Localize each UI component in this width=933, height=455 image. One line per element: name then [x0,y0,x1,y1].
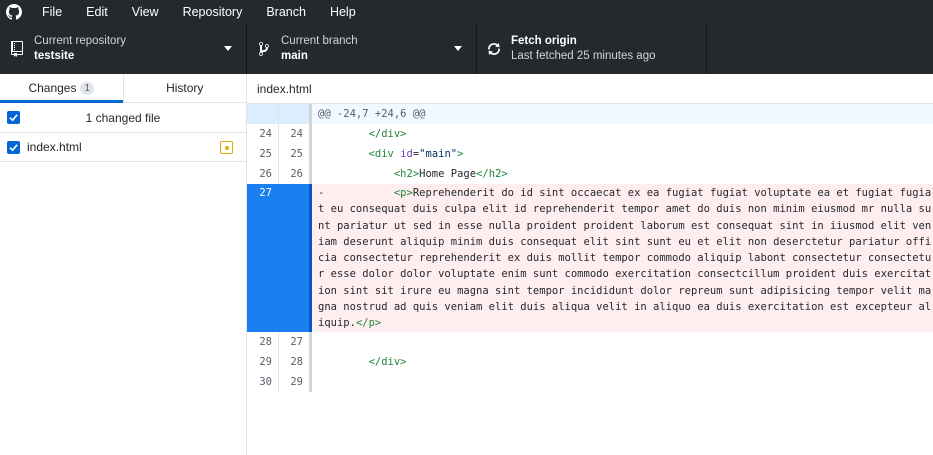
line-code: </div> [312,124,933,144]
repo-name: testsite [34,50,75,62]
fetch-origin-button[interactable]: Fetch origin Last fetched 25 minutes ago [477,24,707,74]
repo-chevron-down-icon [224,46,232,51]
branch-name: main [281,50,308,62]
branch-chevron-down-icon [454,46,462,51]
sidebar-tabs: Changes 1 History [0,74,246,103]
context-line[interactable]: 29 28 </div> [247,351,933,372]
file-checkbox[interactable] [7,140,20,154]
deleted-line[interactable]: 27 - <p>Reprehenderit do id sint occaeca… [247,184,933,332]
new-line-number: 26 [278,164,309,184]
repo-icon [9,41,25,57]
file-modified-icon [220,141,233,154]
old-line-number: 29 [259,355,272,368]
diff-view: @@ -24,7 +24,6 @@ 24 24 </div> 25 25 <div i… [247,104,933,455]
menu-branch[interactable]: Branch [254,0,318,24]
code-token: <h2> [393,168,420,180]
tab-history[interactable]: History [124,74,247,102]
changed-files-count: 1 changed file [85,110,161,125]
context-line[interactable]: 28 27 [247,331,933,352]
tab-history-label: History [166,81,204,95]
changes-header: 1 changed file [0,103,246,133]
context-line[interactable]: 26 26 <h2>Home Page</h2> [247,164,933,184]
context-line[interactable]: 30 29 [247,371,933,392]
branch-icon [256,41,272,57]
code-token: Home Page [419,168,477,180]
old-line-number: 30 [259,375,272,388]
hunk-gutter-new [278,104,309,124]
new-line-number: 28 [278,351,309,372]
context-line[interactable]: 24 24 </div> [247,124,933,144]
menu-view[interactable]: View [120,0,171,24]
repo-label: Current repository [34,35,127,47]
menu-bar: File Edit View Repository Branch Help [0,0,933,24]
p-close-tag: </p> [355,317,382,330]
new-line-number: 27 [278,331,309,352]
diff-file-header: index.html [247,74,933,104]
toolbar: Current repository testsite Current bran… [0,24,933,74]
old-line-number: 24 [259,128,272,140]
line-code: <div id="main"> [312,144,933,164]
code-token: id [400,148,413,160]
code-token: "main" [419,148,458,160]
branch-label: Current branch [281,35,358,47]
file-list-item[interactable]: index.html [0,133,246,162]
code-token: </div> [368,355,407,368]
menu-repository[interactable]: Repository [171,0,255,24]
line-code [312,372,933,392]
code-token: </h2> [476,168,508,180]
fetch-title: Fetch origin [511,35,577,47]
code-token: </div> [368,128,407,140]
deleted-line-code: - <p>Reprehenderit do id sint occaecat e… [312,184,933,332]
deleted-line-text: Reprehenderit do id sint occaecat ex ea … [318,187,932,330]
hunk-header-text: @@ -24,7 +24,6 @@ [312,104,933,124]
deleted-prefix: - [318,187,394,199]
code-token: > [457,148,464,160]
current-branch-button[interactable]: Current branch main [247,24,477,74]
menu-file[interactable]: File [28,0,74,24]
tab-changes-label: Changes [28,81,77,95]
diff-file-name: index.html [257,81,312,96]
github-logo-icon [0,0,28,24]
current-repository-button[interactable]: Current repository testsite [0,24,247,74]
old-line-number: 25 [259,148,272,160]
p-open-tag: <p> [393,187,413,199]
sidebar: Changes 1 History 1 changed file index.h… [0,74,247,455]
code-token: <div [368,148,401,160]
context-line[interactable]: 25 25 <div id="main"> [247,144,933,164]
line-code [312,332,933,352]
menu-help[interactable]: Help [318,0,368,24]
old-line-number: 28 [259,335,272,348]
tab-changes[interactable]: Changes 1 [0,74,124,103]
line-code: <h2>Home Page</h2> [312,164,933,184]
old-line-number: 27 [259,187,272,199]
hunk-header[interactable]: @@ -24,7 +24,6 @@ [247,104,933,124]
menu-edit[interactable]: Edit [74,0,120,24]
new-line-number: 24 [278,124,309,144]
old-line-number: 26 [259,168,272,180]
hunk-gutter-old [247,104,278,124]
fetch-subtitle: Last fetched 25 minutes ago [511,50,656,62]
sync-icon [486,41,502,57]
changes-count-badge: 1 [80,81,95,95]
new-line-number: 25 [278,144,309,164]
new-line-number: 29 [278,371,309,392]
file-name: index.html [27,140,82,154]
line-code: </div> [312,352,933,372]
